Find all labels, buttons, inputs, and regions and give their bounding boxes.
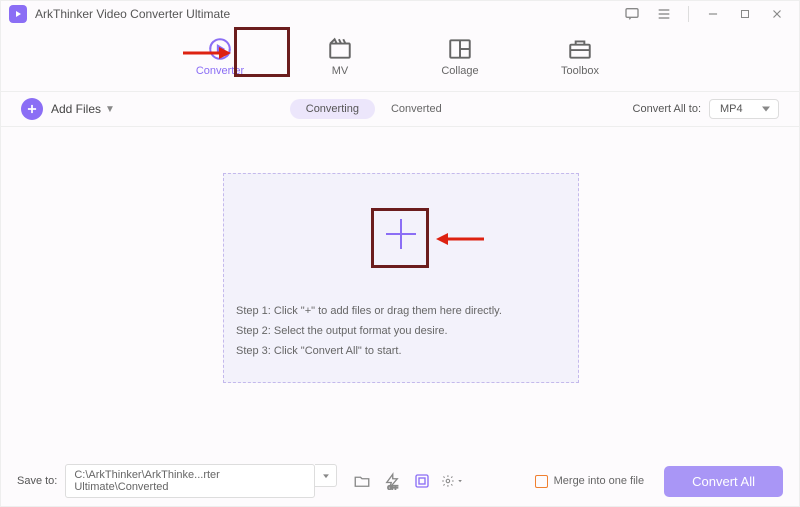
mv-icon (326, 37, 354, 61)
tab-label: Converter (196, 65, 244, 77)
svg-text:OFF: OFF (388, 485, 399, 490)
toolbox-icon (566, 37, 594, 61)
menu-icon[interactable] (656, 6, 672, 22)
save-path-input[interactable]: C:\ArkThinker\ArkThinke...rter Ultimate\… (65, 464, 315, 498)
close-button[interactable] (769, 6, 785, 22)
status-tabs: Converting Converted (290, 99, 458, 119)
tab-converting[interactable]: Converting (290, 99, 375, 119)
footer-tools: OFF (351, 470, 463, 492)
convert-all-button[interactable]: Convert All (664, 466, 783, 497)
save-path-dropdown[interactable] (315, 464, 337, 487)
main-tabs: Converter MV Collage Toolbox (1, 27, 799, 91)
convert-all-to-label: Convert All to: (633, 103, 701, 115)
tab-collage[interactable]: Collage (430, 33, 490, 81)
add-plus-button[interactable] (379, 212, 423, 256)
app-title: ArkThinker Video Converter Ultimate (35, 7, 230, 21)
merge-checkbox[interactable]: Merge into one file (535, 475, 645, 488)
checkbox-icon (535, 475, 548, 488)
settings-icon[interactable] (441, 470, 463, 492)
format-value: MP4 (720, 103, 743, 115)
sub-toolbar: Add Files ▼ Converting Converted Convert… (1, 91, 799, 127)
merge-label: Merge into one file (554, 475, 645, 487)
maximize-button[interactable] (737, 6, 753, 22)
app-logo (9, 5, 27, 23)
open-folder-icon[interactable] (351, 470, 373, 492)
tab-mv[interactable]: MV (310, 33, 370, 81)
converter-icon (206, 37, 234, 61)
step-3: Step 3: Click "Convert All" to start. (236, 341, 502, 361)
add-files-dropdown[interactable]: ▼ (105, 104, 115, 115)
hardware-accel-icon[interactable]: OFF (381, 470, 403, 492)
steps-text: Step 1: Click "+" to add files or drag t… (236, 301, 502, 361)
format-select[interactable]: MP4 (709, 99, 779, 119)
tab-label: Collage (441, 65, 478, 77)
tab-converted[interactable]: Converted (375, 99, 458, 119)
collage-icon (446, 37, 474, 61)
add-files-label: Add Files (51, 102, 101, 116)
save-to-label: Save to: (17, 475, 57, 487)
tab-toolbox[interactable]: Toolbox (550, 33, 610, 81)
tab-converter[interactable]: Converter (190, 33, 250, 81)
step-1: Step 1: Click "+" to add files or drag t… (236, 301, 502, 321)
gpu-icon[interactable] (411, 470, 433, 492)
save-path-value: C:\ArkThinker\ArkThinke...rter Ultimate\… (74, 469, 306, 493)
minimize-button[interactable] (705, 6, 721, 22)
window-controls (624, 6, 791, 22)
tab-label: Toolbox (561, 65, 599, 77)
add-files-button[interactable] (21, 98, 43, 120)
feedback-icon[interactable] (624, 6, 640, 22)
tab-label: MV (332, 65, 349, 77)
step-2: Step 2: Select the output format you des… (236, 321, 502, 341)
titlebar: ArkThinker Video Converter Ultimate (1, 1, 799, 27)
footer: Save to: C:\ArkThinker\ArkThinke...rter … (1, 456, 799, 506)
